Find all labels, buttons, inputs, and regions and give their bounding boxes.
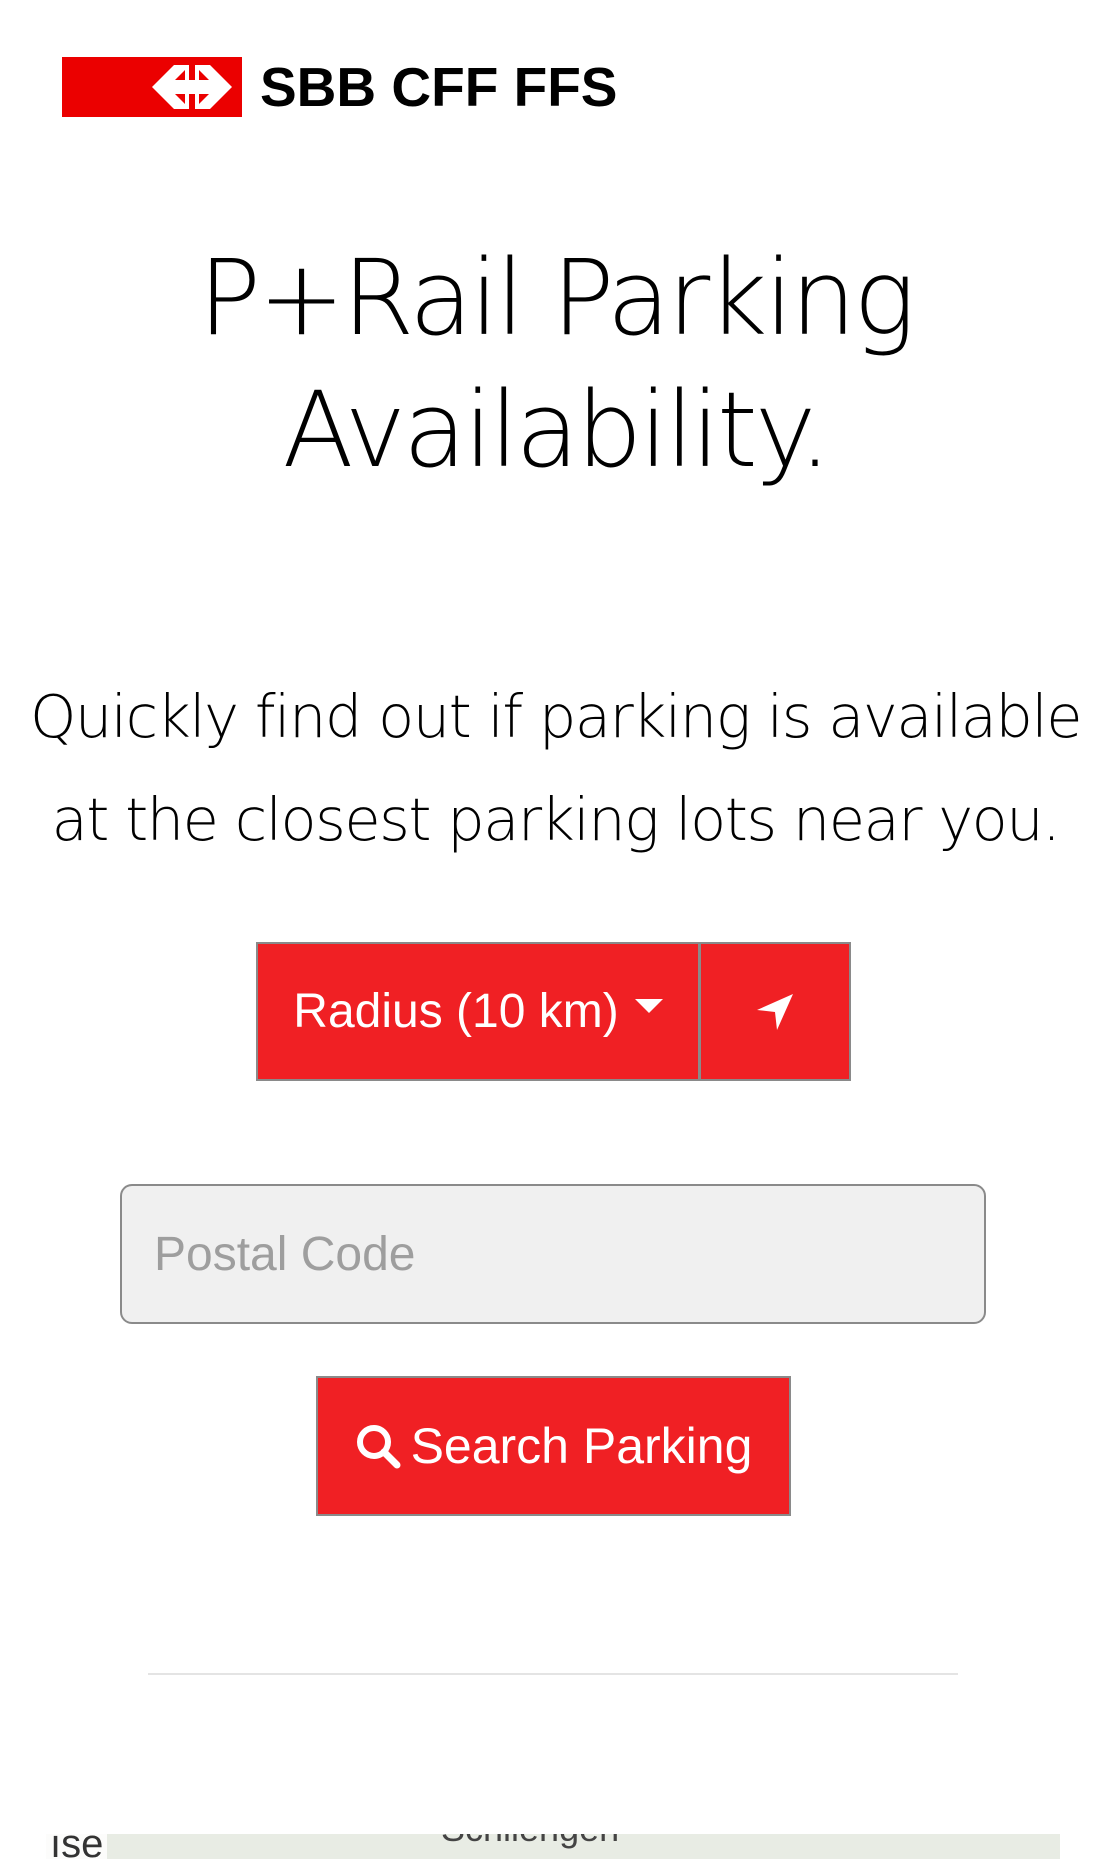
page-title: P+Rail Parking Availability.: [0, 232, 1111, 496]
caret-down-icon: [634, 998, 663, 1013]
postal-code-input[interactable]: [120, 1184, 986, 1324]
locate-me-button[interactable]: [700, 942, 851, 1081]
parking-map[interactable]: ıse Schliengen: [46, 1834, 1060, 1859]
search-parking-button[interactable]: Search Parking: [316, 1376, 791, 1516]
map-place-label: Schliengen: [441, 1834, 619, 1850]
subtitle-line-1: Quickly find out if parking is available: [29, 682, 1083, 751]
page-title-line-1: P+Rail Parking: [198, 237, 915, 359]
swiss-rail-arrows-icon: [152, 65, 232, 109]
location-arrow-icon: [757, 993, 793, 1030]
site-header: SBB CFF FFS: [62, 57, 617, 117]
radius-dropdown-button[interactable]: Radius (10 km): [256, 942, 700, 1081]
subtitle-line-2: at the closest parking lots near you.: [51, 785, 1061, 854]
radius-button-group: Radius (10 km): [256, 942, 851, 1081]
section-divider: [148, 1673, 958, 1675]
page-title-line-2: Availability.: [282, 369, 831, 491]
sbb-logo-flag[interactable]: [62, 57, 242, 117]
map-place-label: ıse: [46, 1834, 108, 1859]
brand-name: SBB CFF FFS: [260, 56, 618, 118]
page-subtitle: Quickly find out if parking is available…: [0, 665, 1111, 871]
search-parking-label: Search Parking: [410, 1418, 753, 1474]
search-icon: [356, 1425, 401, 1469]
radius-label: Radius (10 km): [293, 985, 619, 1038]
